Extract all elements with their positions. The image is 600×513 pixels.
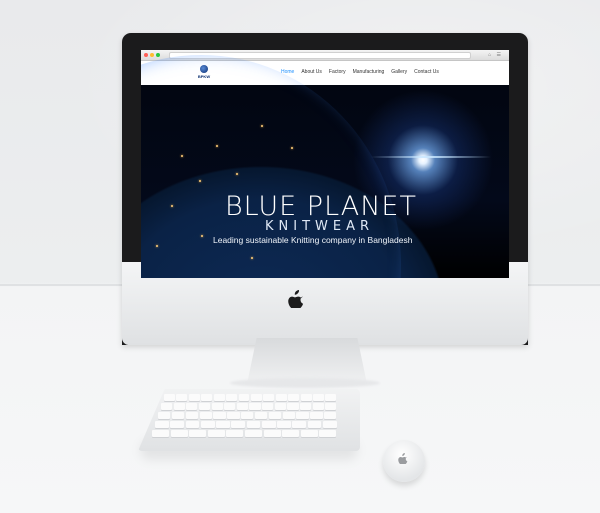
keyboard-key [213,394,225,401]
keyboard-key [319,430,337,437]
close-window-icon[interactable] [144,53,148,57]
keyboard-key [236,403,248,410]
keyboard-key [287,403,299,410]
keyboard-key [282,430,300,437]
keyboard-key [226,394,238,401]
hero-tagline: Leading sustainable Knitting company in … [213,235,413,245]
apple-logo-icon [288,290,304,308]
keyboard-key [322,421,337,428]
keyboard-key [238,394,250,401]
city-light [181,155,183,157]
city-light [156,245,158,247]
hero-banner: BLUE PLANET KNITWEAR Leading sustainable… [141,85,509,278]
nav-factory[interactable]: Factory [329,69,346,75]
city-light [216,145,218,147]
keyboard-key [185,421,200,428]
city-light [251,257,253,259]
keyboard-key [254,412,268,419]
keyboard-key [161,403,173,410]
keyboard-row [158,412,337,419]
keyboard-row [152,430,337,437]
keyboard-key [310,412,323,419]
keyboard-key [170,430,188,437]
keyboard-key [170,421,184,428]
keyboard-key [224,403,236,410]
keyboard-key [288,394,300,401]
browser-extension-icons[interactable]: ⌂ ☰ [488,52,503,58]
imac-stand-shadow [230,378,380,388]
keyboard-key [300,430,318,437]
keyboard-key [312,403,324,410]
keyboard-key [226,430,244,437]
keyboard-key [164,394,175,401]
mouse-apple-logo-icon [398,453,408,464]
keyboard-key [171,412,185,419]
keyboard-key [158,412,171,419]
keyboard-key [263,394,275,401]
city-light [291,147,293,149]
keyboard-key [325,403,337,410]
keyboard-row [161,403,337,410]
keyboard-key [292,421,306,428]
nav-gallery[interactable]: Gallery [391,69,407,75]
keyboard-key [244,430,263,437]
keyboard-key [200,421,215,428]
keyboard-key [246,421,261,428]
keyboard-key [263,430,281,437]
keyboard-row [164,394,337,401]
keyboard-key [324,412,337,419]
keyboard-key [186,403,198,410]
keyboard-key [307,421,322,428]
keyboard-key [300,394,312,401]
minimize-window-icon[interactable] [150,53,154,57]
keyboard-key [207,430,225,437]
city-light [201,235,203,237]
keyboard-key [189,430,207,437]
keyboard-key [313,394,324,401]
city-light [261,125,263,127]
keyboard-key [155,421,169,428]
keyboard-key [249,403,261,410]
keyboard-key [199,412,212,419]
city-light [199,180,201,182]
keyboard-keys [150,394,352,444]
keyboard-row [155,421,337,428]
city-light [236,173,238,175]
keyboard-key [173,403,185,410]
screen: ⌂ ☰ BPKW Home About Us Factory Manufactu… [141,50,509,278]
keyboard-key [262,403,274,410]
nav-about-us[interactable]: About Us [301,69,322,75]
keyboard-key [274,403,286,410]
keyboard-key [261,421,276,428]
city-light [171,205,173,207]
keyboard-key [176,394,188,401]
keyboard-key [231,421,245,428]
keyboard-key [275,394,287,401]
main-menu: Home About Us Factory Manufacturing Gall… [281,69,439,75]
keyboard-key [268,412,282,419]
keyboard-key [325,394,337,401]
keyboard-key [185,412,199,419]
keyboard-key [250,394,262,401]
keyboard-key [211,403,223,410]
keyboard-key [296,412,309,419]
keyboard-key [213,412,226,419]
keyboard-key [241,412,254,419]
keyboard-key [188,394,200,401]
keyboard-key [227,412,240,419]
sun-flare [371,156,491,158]
desk-scene: ⌂ ☰ BPKW Home About Us Factory Manufactu… [0,0,600,513]
keyboard-key [216,421,230,428]
keyboard-key [198,403,211,410]
maximize-window-icon[interactable] [156,53,160,57]
hero-title: BLUE PLANET [225,191,417,222]
keyboard-key [277,421,291,428]
keyboard-key [282,412,295,419]
nav-contact-us[interactable]: Contact Us [414,69,439,75]
keyboard-key [152,430,170,437]
nav-manufacturing[interactable]: Manufacturing [353,69,385,75]
hero-subtitle: KNITWEAR [265,219,375,234]
keyboard-key [201,394,213,401]
keyboard-key [300,403,312,410]
